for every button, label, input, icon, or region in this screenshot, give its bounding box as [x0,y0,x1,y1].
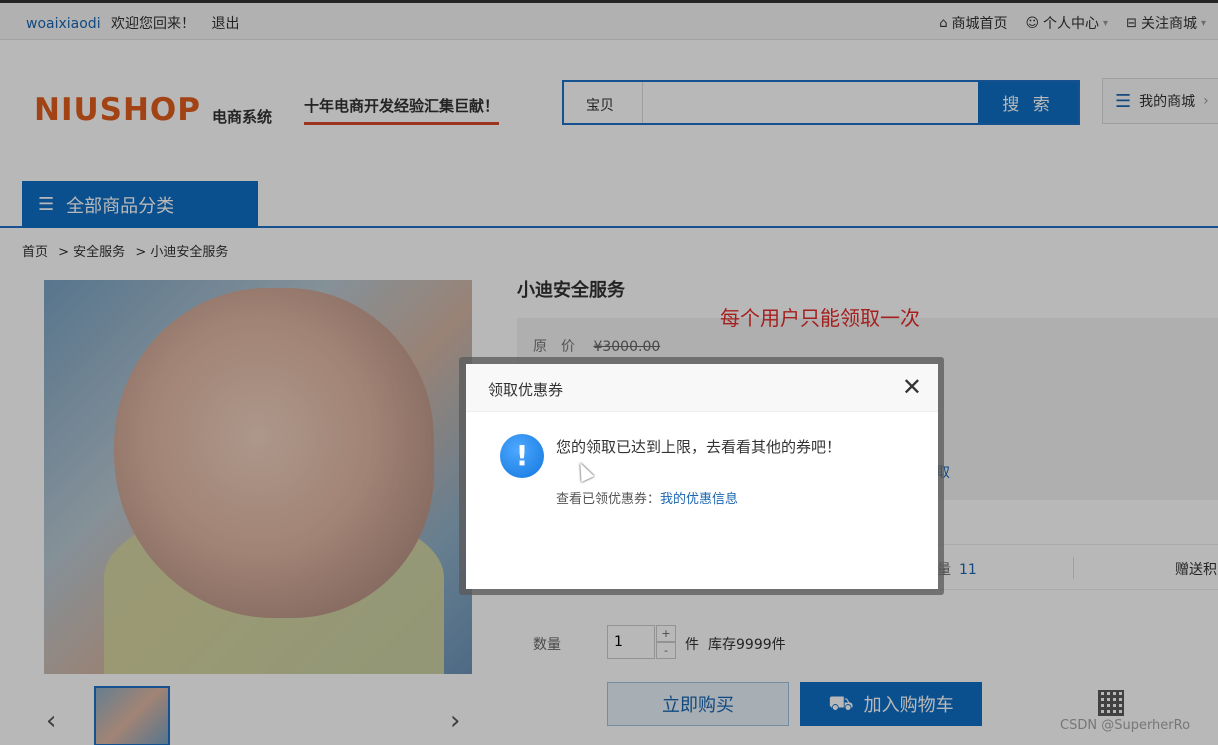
dialog-sub-label: 查看已领优惠券： [556,492,661,507]
watermark: CSDN @SuperherRo [1060,718,1191,733]
dialog-title: 领取优惠券 [488,381,564,399]
dialog-header: 领取优惠券 ✕ [466,364,938,412]
my-coupons-link[interactable]: 我的优惠信息 [660,492,738,507]
dialog-sub-text: 查看已领优惠券：我的优惠信息 [556,488,738,507]
alert-icon: ! [500,434,544,478]
coupon-dialog: 领取优惠券 ✕ ! 您的领取已达到上限，去看看其他的券吧！ 查看已领优惠券：我的… [466,364,938,589]
dialog-message: 您的领取已达到上限，去看看其他的券吧！ [556,438,842,456]
close-icon[interactable]: ✕ [902,374,922,400]
